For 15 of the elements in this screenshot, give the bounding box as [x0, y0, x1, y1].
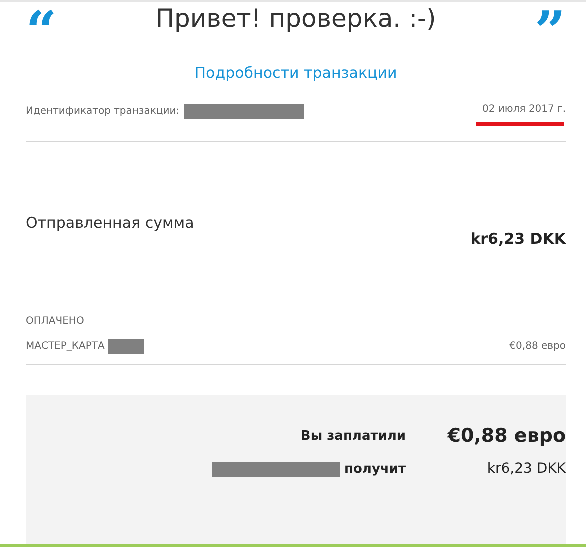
- sent-amount: kr6,23 DKK: [470, 230, 566, 248]
- open-quote: “: [26, 4, 58, 40]
- summary-label: Вы заплатили: [300, 428, 406, 444]
- sent-amount-label: Отправленная сумма: [26, 214, 194, 232]
- payment-method: МАСТЕР_КАРТА: [26, 341, 105, 352]
- close-quote: ”: [534, 4, 566, 40]
- summary-label: получит: [344, 462, 406, 476]
- summary-value: €0,88 евро: [448, 425, 566, 447]
- paid-heading: ОПЛАЧЕНО: [26, 316, 84, 327]
- summary-value: kr6,23 DKK: [487, 461, 566, 477]
- transaction-id-label: Идентификатор транзакции:: [26, 106, 180, 117]
- transaction-date: 02 июля 2017 г.: [482, 104, 566, 115]
- greeting-title: Привет! проверка. :-): [156, 4, 436, 33]
- payment-amount: €0,88 евро: [510, 341, 566, 352]
- section-title: Подробности транзакции: [194, 64, 398, 84]
